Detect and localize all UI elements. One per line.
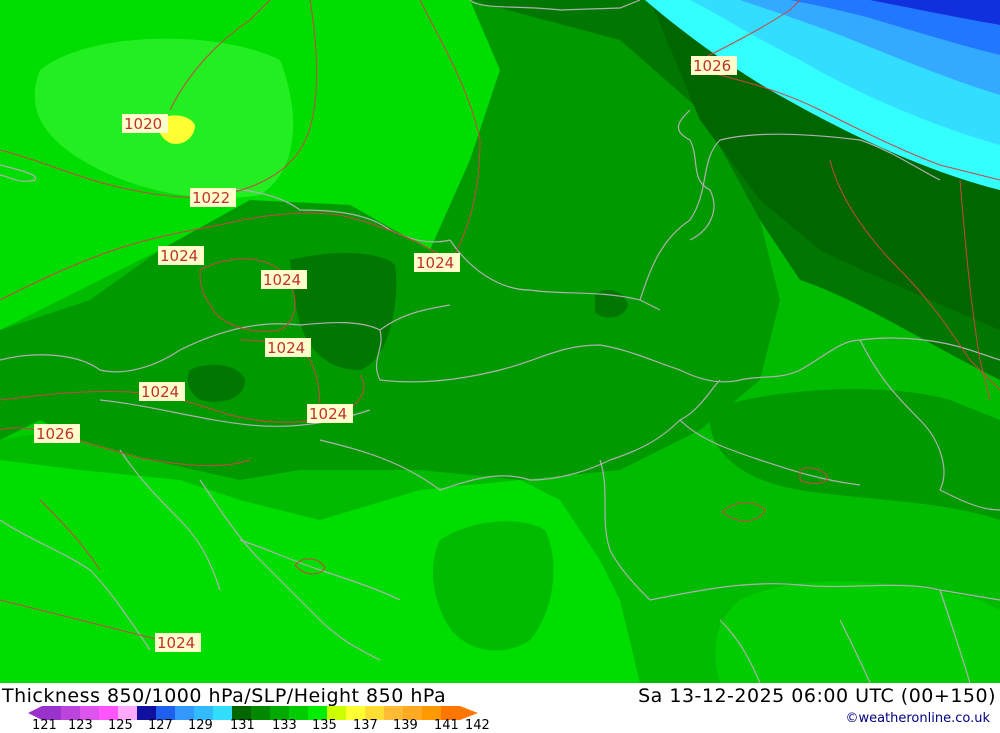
- legend-ticks: 121 123 125 127 129 131 133 135 137 139 141 142: [0, 718, 520, 733]
- legend-tick-label: 142: [465, 718, 490, 733]
- isobar-label-text: 1024: [309, 405, 347, 423]
- isobar-label-text: 1022: [192, 189, 230, 207]
- isobar-label-1024-d: 1024: [265, 338, 311, 357]
- legend-tick-label: 129: [188, 718, 213, 733]
- legend-tick-label: 141: [434, 718, 459, 733]
- isobar-label-text: 1026: [36, 425, 74, 443]
- isobar-label-text: 1020: [124, 115, 162, 133]
- isobar-label-text: 1024: [141, 383, 179, 401]
- legend-tick-label: 121: [32, 718, 57, 733]
- isobar-label-1024-g: 1024: [155, 633, 201, 652]
- map-title: Thickness 850/1000 hPa/SLP/Height 850 hP…: [2, 685, 447, 707]
- map-footer: Thickness 850/1000 hPa/SLP/Height 850 hP…: [0, 683, 1000, 733]
- forecast-datetime: Sa 13-12-2025 06:00 UTC (00+150): [638, 685, 996, 707]
- isobar-label-text: 1024: [416, 254, 454, 272]
- isobar-label-1024-c: 1024: [414, 253, 460, 272]
- isobar-label-1024-f: 1024: [307, 404, 353, 423]
- weather-map: 1020 1022 1024 1024 1024 1024 1024 1024 …: [0, 0, 1000, 683]
- legend-tick-label: 123: [68, 718, 93, 733]
- credit-link[interactable]: ©weatheronline.co.uk: [845, 711, 990, 726]
- isobar-label-text: 1024: [267, 339, 305, 357]
- isobar-label-text: 1024: [157, 634, 195, 652]
- isobar-label-text: 1026: [693, 57, 731, 75]
- isobar-label-1026-b: 1026: [691, 56, 737, 75]
- isobar-label-1026-a: 1026: [34, 424, 80, 443]
- isobar-label-text: 1024: [263, 271, 301, 289]
- isobar-label-1022: 1022: [190, 188, 236, 207]
- legend-tick-label: 125: [108, 718, 133, 733]
- thickness-zone-bright-southeast: [715, 581, 1000, 683]
- isobar-label-1024-b: 1024: [261, 270, 307, 289]
- legend-tick-label: 139: [393, 718, 418, 733]
- legend-tick-label: 127: [148, 718, 173, 733]
- legend-tick-label: 133: [272, 718, 297, 733]
- legend-tick-label: 137: [353, 718, 378, 733]
- legend-tick-label: 135: [312, 718, 337, 733]
- isobar-label-1024-e: 1024: [139, 382, 185, 401]
- isobar-label-1024-a: 1024: [158, 246, 204, 265]
- isobar-label-1020: 1020: [122, 114, 168, 133]
- isobar-label-text: 1024: [160, 247, 198, 265]
- legend-tick-label: 131: [230, 718, 255, 733]
